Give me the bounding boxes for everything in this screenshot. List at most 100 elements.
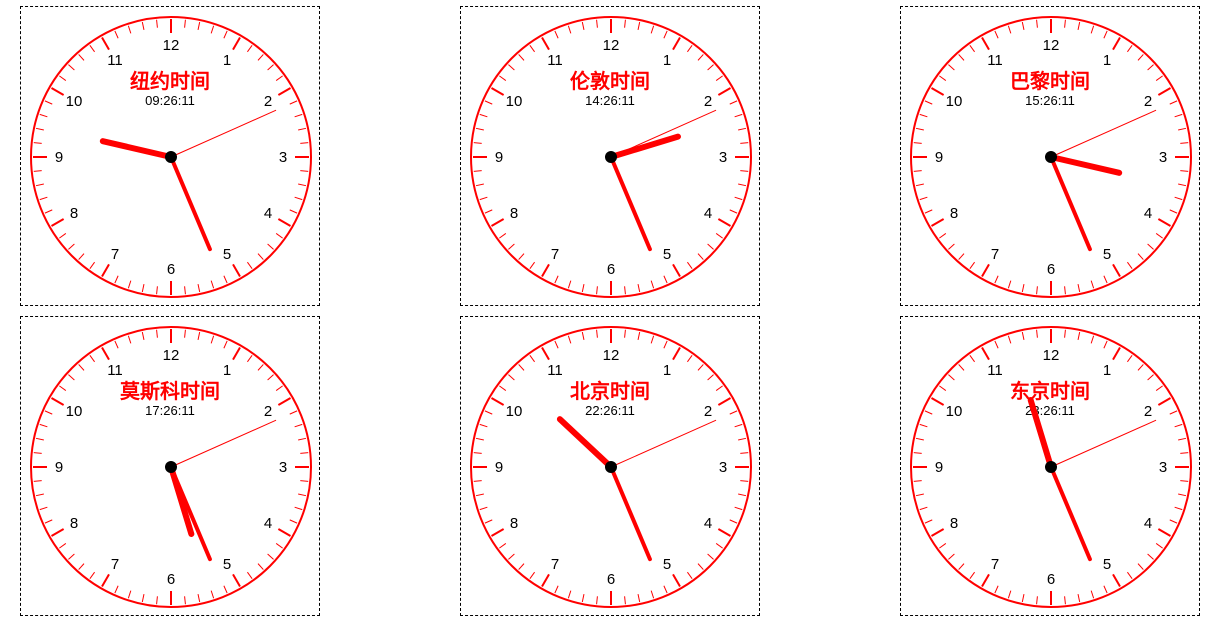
minor-tick <box>40 424 48 426</box>
minor-tick <box>555 276 558 283</box>
major-tick <box>278 88 290 95</box>
minor-tick <box>698 254 703 260</box>
minor-tick <box>1156 386 1162 391</box>
second-hand <box>1051 420 1156 467</box>
clock-numeral: 9 <box>55 459 63 476</box>
minor-tick <box>916 184 924 186</box>
minor-tick <box>1178 184 1186 186</box>
major-tick <box>931 88 943 95</box>
clock-numeral: 1 <box>663 362 671 379</box>
minor-tick <box>40 197 48 199</box>
minor-tick <box>45 210 52 213</box>
minor-tick <box>959 254 964 260</box>
minor-tick <box>295 197 303 199</box>
clock-numeral: 2 <box>264 93 272 110</box>
minor-tick <box>185 20 186 28</box>
minor-tick <box>1104 586 1107 593</box>
minor-tick <box>651 26 653 34</box>
minor-tick <box>142 594 144 602</box>
clock-numeral: 11 <box>547 52 563 69</box>
minor-tick <box>90 262 95 268</box>
minor-tick <box>664 276 667 283</box>
minor-tick <box>224 276 227 283</box>
minor-tick <box>1148 244 1154 249</box>
minor-tick <box>1170 210 1177 213</box>
minute-hand <box>611 157 650 249</box>
clock-numeral: 8 <box>70 515 78 532</box>
clock-numeral: 10 <box>506 93 523 110</box>
clock-numeral: 8 <box>510 515 518 532</box>
minor-tick <box>638 22 640 30</box>
minor-tick <box>925 101 932 104</box>
clock-numeral: 10 <box>946 93 963 110</box>
minor-tick <box>185 596 186 604</box>
clock-numeral: 7 <box>111 246 119 263</box>
minor-tick <box>476 128 484 130</box>
clock-numeral: 1 <box>223 52 231 69</box>
minor-tick <box>995 31 998 38</box>
minor-tick <box>959 54 964 60</box>
minor-tick <box>508 65 514 70</box>
clock-numeral: 7 <box>991 556 999 573</box>
minor-tick <box>142 22 144 30</box>
clock-numeral: 3 <box>279 149 287 166</box>
clock-london: 伦敦时间 14:26:11 121234567891011 <box>460 6 760 306</box>
minor-tick <box>664 341 667 348</box>
clock-numeral: 8 <box>950 515 958 532</box>
minor-tick <box>939 386 945 391</box>
minor-tick <box>300 453 308 454</box>
minor-tick <box>1091 26 1093 34</box>
minor-tick <box>1078 594 1080 602</box>
minor-tick <box>499 233 505 238</box>
minor-tick <box>1148 554 1154 559</box>
minor-tick <box>185 330 186 338</box>
minor-tick <box>295 507 303 509</box>
minor-tick <box>480 197 488 199</box>
major-tick <box>102 574 109 586</box>
minor-tick <box>211 281 213 289</box>
minor-tick <box>1178 128 1186 130</box>
clock-face-svg: 121234567891011 <box>21 7 321 307</box>
minor-tick <box>474 171 482 172</box>
minor-tick <box>687 355 692 361</box>
minor-tick <box>36 184 44 186</box>
major-tick <box>102 37 109 49</box>
clock-pivot <box>605 151 617 163</box>
major-tick <box>542 574 549 586</box>
minor-tick <box>90 45 95 51</box>
major-tick <box>718 529 730 536</box>
minor-tick <box>716 233 722 238</box>
major-tick <box>51 219 63 226</box>
clock-numeral: 8 <box>70 205 78 222</box>
minor-tick <box>1180 143 1188 144</box>
clock-new-york: 纽约时间 09:26:11 121234567891011 <box>20 6 320 306</box>
minor-tick <box>499 543 505 548</box>
minor-tick <box>268 554 274 559</box>
minor-tick <box>555 31 558 38</box>
minor-tick <box>730 520 737 523</box>
minor-tick <box>948 554 954 559</box>
minor-tick <box>198 332 200 340</box>
minor-tick <box>1065 330 1066 338</box>
clock-numeral: 11 <box>107 52 123 69</box>
major-tick <box>51 398 63 405</box>
major-tick <box>102 264 109 276</box>
minor-tick <box>995 586 998 593</box>
minor-tick <box>79 564 84 570</box>
minor-tick <box>582 594 584 602</box>
minute-hand <box>171 467 210 559</box>
minor-tick <box>268 375 274 380</box>
minor-tick <box>476 438 484 440</box>
minor-tick <box>738 438 746 440</box>
minor-tick <box>499 76 505 81</box>
minor-tick <box>1078 22 1080 30</box>
minor-tick <box>1065 20 1066 28</box>
minor-tick <box>1138 54 1143 60</box>
minor-tick <box>268 65 274 70</box>
minor-tick <box>79 54 84 60</box>
minor-tick <box>258 364 263 370</box>
minor-tick <box>211 26 213 34</box>
minor-tick <box>687 572 692 578</box>
minor-tick <box>698 54 703 60</box>
minor-tick <box>1078 332 1080 340</box>
